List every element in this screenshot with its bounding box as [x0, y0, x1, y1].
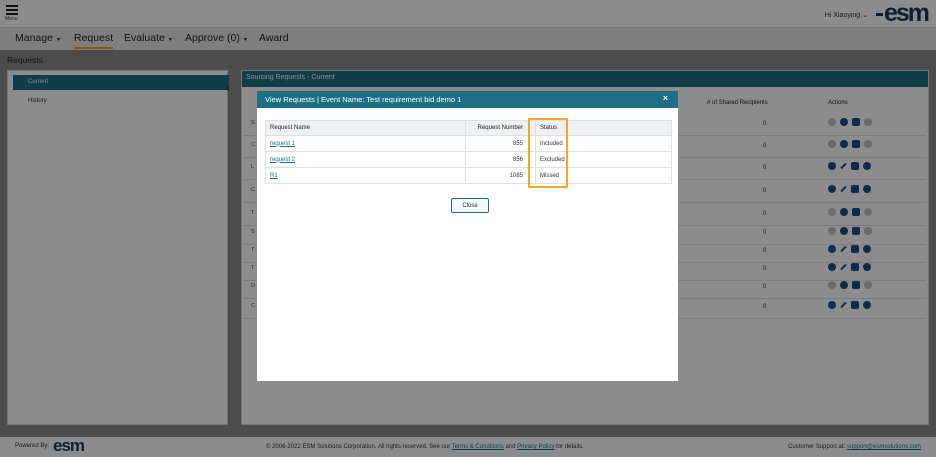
table-row: R1 1085 Missed — [265, 167, 672, 184]
request-link[interactable]: R1 — [270, 173, 278, 179]
request-name-cell: request 2 — [265, 151, 466, 168]
column-header-request-name: Request Name — [265, 120, 466, 136]
view-requests-modal: View Requests | Event Name: Test require… — [257, 91, 678, 381]
request-number-cell: 856 — [465, 151, 536, 168]
modal-header: View Requests | Event Name: Test require… — [257, 91, 678, 108]
requests-table: Request Name Request Number Status reque… — [265, 120, 672, 184]
close-icon[interactable]: × — [663, 93, 668, 103]
table-row: request 1 855 Included — [265, 135, 672, 152]
request-number-cell: 1085 — [465, 167, 536, 184]
table-row: request 2 856 Excluded — [265, 151, 672, 168]
column-header-request-number: Request Number — [465, 120, 536, 136]
request-name-cell: request 1 — [265, 135, 466, 152]
modal-title: View Requests | Event Name: Test require… — [265, 95, 462, 104]
table-header-row: Request Name Request Number Status — [265, 120, 672, 136]
request-link[interactable]: request 2 — [270, 157, 295, 163]
request-number-cell: 855 — [465, 135, 536, 152]
status-highlight-box — [528, 118, 568, 188]
request-link[interactable]: request 1 — [270, 141, 295, 147]
close-button[interactable]: Close — [451, 198, 489, 213]
request-name-cell: R1 — [265, 167, 466, 184]
